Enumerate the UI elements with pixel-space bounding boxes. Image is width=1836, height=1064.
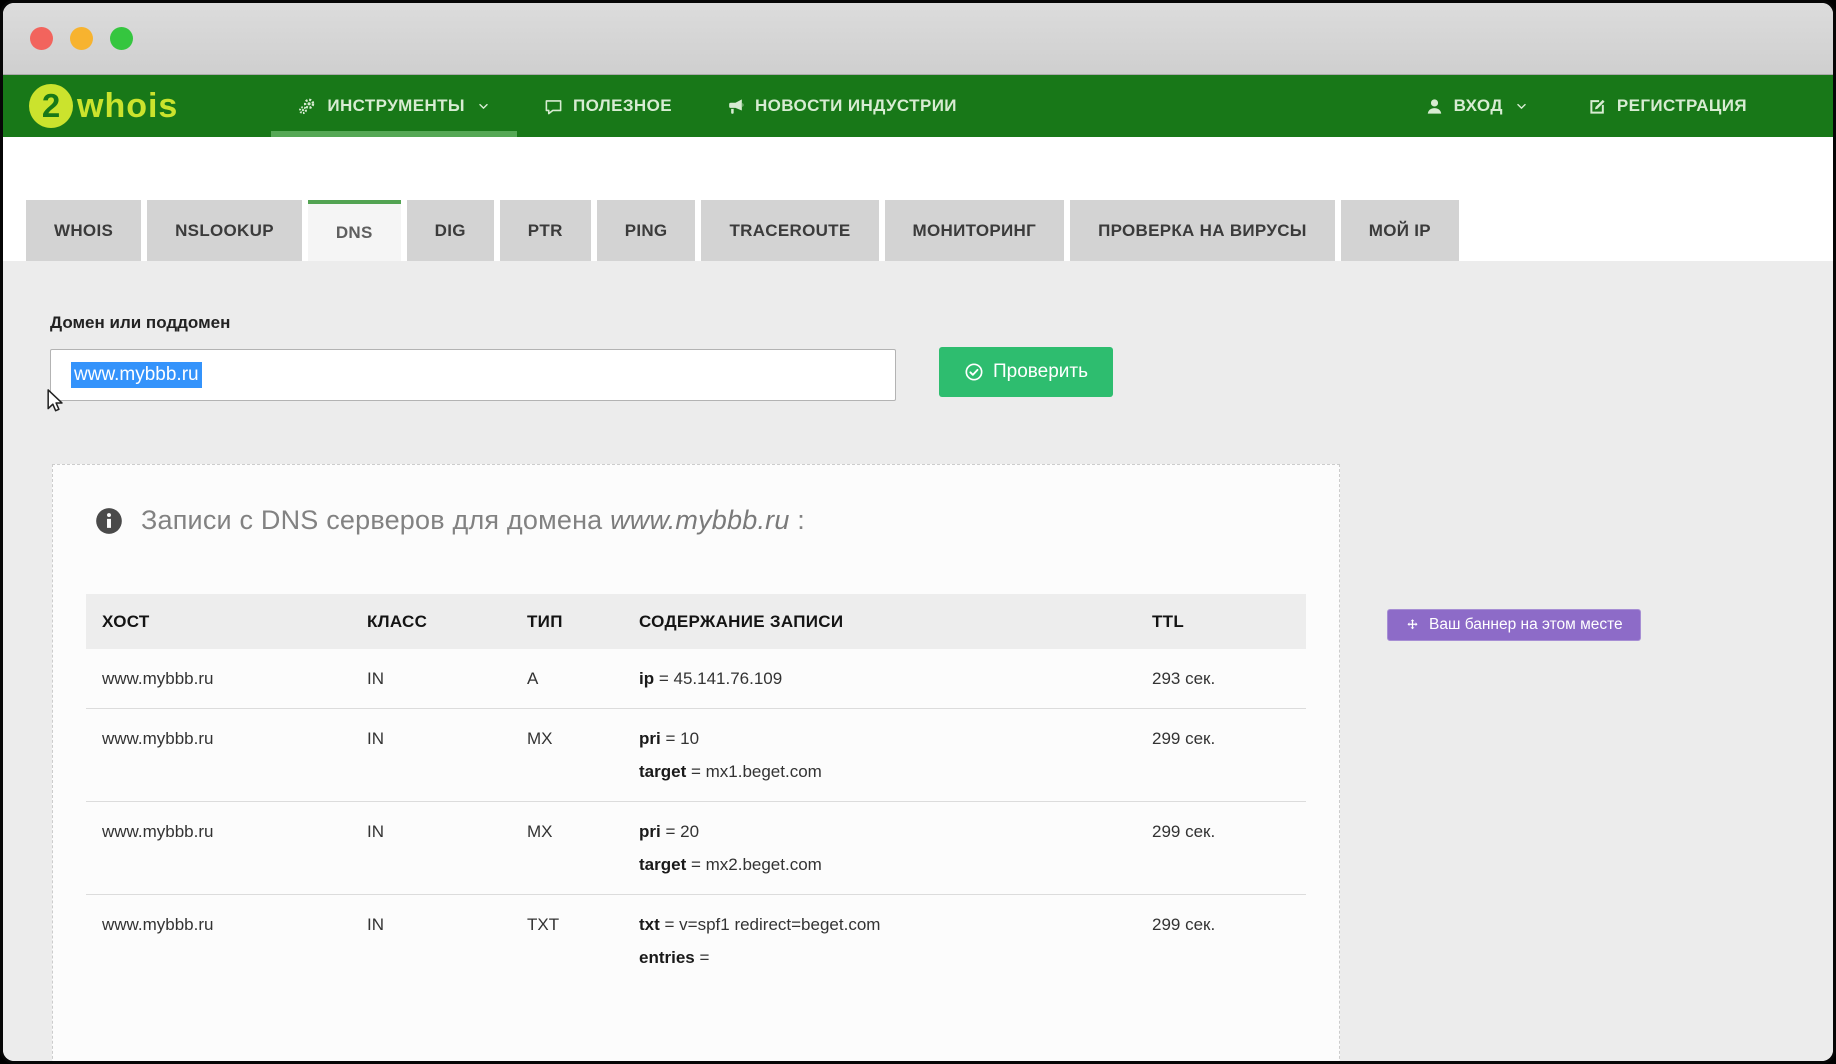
tab-ptr[interactable]: PTR [500, 200, 591, 261]
record-content-line: pri = 20 [639, 815, 1152, 848]
cell-class: IN [367, 908, 527, 974]
column-header: ХОСТ [102, 612, 367, 632]
nav-item-useful[interactable]: ПОЛЕЗНОЕ [517, 75, 699, 137]
minimize-button[interactable] [70, 27, 93, 50]
cell-type: TXT [527, 908, 639, 974]
banner-label: Ваш баннер на этом месте [1429, 616, 1623, 634]
nav-item-label: РЕГИСТРАЦИЯ [1617, 96, 1747, 116]
chevron-down-icon [477, 100, 490, 113]
cell-class: IN [367, 815, 527, 881]
column-header: ТИП [527, 612, 639, 632]
domain-input[interactable]: www.mybbb.ru [50, 349, 896, 401]
domain-input-label: Домен или поддомен [50, 313, 230, 333]
check-button[interactable]: Проверить [939, 347, 1113, 397]
tools-tab-strip: WHOISNSLOOKUPDNSDIGPTRPINGTRACEROUTEМОНИ… [3, 137, 1833, 261]
register-icon [1588, 97, 1607, 116]
heading-suffix: : [797, 505, 805, 535]
record-content-line: ip = 45.141.76.109 [639, 662, 1152, 695]
close-button[interactable] [30, 27, 53, 50]
selected-input-text: www.mybbb.ru [71, 362, 202, 388]
traffic-lights [30, 27, 133, 50]
cell-ttl: 293 сек. [1152, 662, 1290, 695]
main-navbar: 2 whois ИНСТРУМЕНТЫ ПОЛЕЗНОЕ НОВОСТИ ИНДУС… [3, 75, 1833, 137]
column-header: TTL [1152, 612, 1290, 632]
nav-account-menu: ВХОД РЕГИСТРАЦИЯ [1417, 75, 1755, 137]
gears-icon [298, 97, 317, 116]
chevron-down-icon [1515, 100, 1528, 113]
cell-host: www.mybbb.ru [102, 815, 367, 881]
cell-type: MX [527, 815, 639, 881]
info-icon [95, 507, 123, 535]
cell-ttl: 299 сек. [1152, 908, 1290, 974]
table-row: www.mybbb.ruINTXTtxt = v=spf1 redirect=b… [86, 894, 1306, 987]
browser-window: 2 whois ИНСТРУМЕНТЫ ПОЛЕЗНОЕ НОВОСТИ ИНДУС… [0, 0, 1836, 1064]
logo-badge: 2 [29, 84, 73, 128]
cell-ttl: 299 сек. [1152, 722, 1290, 788]
tab-nslookup[interactable]: NSLOOKUP [147, 200, 302, 261]
move-icon [1405, 618, 1420, 633]
cell-class: IN [367, 662, 527, 695]
cell-host: www.mybbb.ru [102, 662, 367, 695]
tab-dns[interactable]: DNS [308, 200, 401, 261]
nav-item-industry-news[interactable]: НОВОСТИ ИНДУСТРИИ [699, 75, 984, 137]
results-heading: Записи с DNS серверов для домена www.myb… [95, 505, 1339, 536]
nav-item-label: ИНСТРУМЕНТЫ [327, 96, 465, 116]
record-content-line: txt = v=spf1 redirect=beget.com [639, 908, 1152, 941]
cell-content: pri = 20target = mx2.beget.com [639, 815, 1152, 881]
page-content: Домен или поддомен www.mybbb.ru Проверит… [3, 261, 1833, 1061]
cell-class: IN [367, 722, 527, 788]
table-row: www.mybbb.ruINMXpri = 20target = mx2.beg… [86, 801, 1306, 894]
tab-traceroute[interactable]: TRACEROUTE [701, 200, 878, 261]
tab-мой-ip[interactable]: МОЙ IP [1341, 200, 1459, 261]
user-icon [1425, 97, 1444, 116]
cell-host: www.mybbb.ru [102, 908, 367, 974]
logo-text: whois [77, 87, 178, 126]
check-button-label: Проверить [993, 361, 1088, 383]
check-circle-icon [964, 362, 984, 382]
nav-item-label: ПОЛЕЗНОЕ [573, 96, 672, 116]
cell-host: www.mybbb.ru [102, 722, 367, 788]
heading-domain: www.mybbb.ru [610, 505, 789, 535]
dns-results-panel: Записи с DNS серверов для домена www.myb… [52, 464, 1340, 1064]
tab-проверка-на-вирусы[interactable]: ПРОВЕРКА НА ВИРУСЫ [1070, 200, 1335, 261]
tab-dig[interactable]: DIG [407, 200, 494, 261]
nav-item-tools[interactable]: ИНСТРУМЕНТЫ [271, 75, 517, 137]
nav-item-login[interactable]: ВХОД [1417, 75, 1536, 137]
cell-type: A [527, 662, 639, 695]
tab-whois[interactable]: WHOIS [26, 200, 141, 261]
cell-content: txt = v=spf1 redirect=beget.comentries = [639, 908, 1152, 974]
ad-banner-placeholder[interactable]: Ваш баннер на этом месте [1387, 609, 1641, 641]
table-body: www.mybbb.ruINAip = 45.141.76.109293 сек… [86, 649, 1306, 987]
record-content-line: target = mx2.beget.com [639, 848, 1152, 881]
table-header-row: ХОСТКЛАССТИПСОДЕРЖАНИЕ ЗАПИСИTTL [86, 594, 1306, 649]
cell-content: ip = 45.141.76.109 [639, 662, 1152, 695]
column-header: СОДЕРЖАНИЕ ЗАПИСИ [639, 612, 1152, 632]
cell-type: MX [527, 722, 639, 788]
heading-prefix: Записи с DNS серверов для домена [141, 505, 602, 535]
tool-tabs: WHOISNSLOOKUPDNSDIGPTRPINGTRACEROUTEМОНИ… [26, 200, 1459, 261]
nav-item-registration[interactable]: РЕГИСТРАЦИЯ [1580, 75, 1755, 137]
dns-records-table: ХОСТКЛАССТИПСОДЕРЖАНИЕ ЗАПИСИTTL www.myb… [86, 594, 1306, 987]
column-header: КЛАСС [367, 612, 527, 632]
record-content-line: pri = 10 [639, 722, 1152, 755]
record-content-line: target = mx1.beget.com [639, 755, 1152, 788]
results-heading-text: Записи с DNS серверов для домена www.myb… [141, 505, 805, 536]
nav-item-label: ВХОД [1454, 96, 1503, 116]
cell-content: pri = 10target = mx1.beget.com [639, 722, 1152, 788]
nav-item-label: НОВОСТИ ИНДУСТРИИ [755, 96, 957, 116]
table-row: www.mybbb.ruINAip = 45.141.76.109293 сек… [86, 649, 1306, 708]
window-titlebar [3, 3, 1833, 75]
zoom-button[interactable] [110, 27, 133, 50]
nav-menu: ИНСТРУМЕНТЫ ПОЛЕЗНОЕ НОВОСТИ ИНДУСТРИИ [271, 75, 984, 137]
cell-ttl: 299 сек. [1152, 815, 1290, 881]
tab-ping[interactable]: PING [597, 200, 696, 261]
tab-мониторинг[interactable]: МОНИТОРИНГ [885, 200, 1065, 261]
table-row: www.mybbb.ruINMXpri = 10target = mx1.beg… [86, 708, 1306, 801]
comment-icon [544, 97, 563, 116]
record-content-line: entries = [639, 941, 1152, 974]
megaphone-icon [726, 97, 745, 116]
site-logo[interactable]: 2 whois [29, 75, 178, 137]
